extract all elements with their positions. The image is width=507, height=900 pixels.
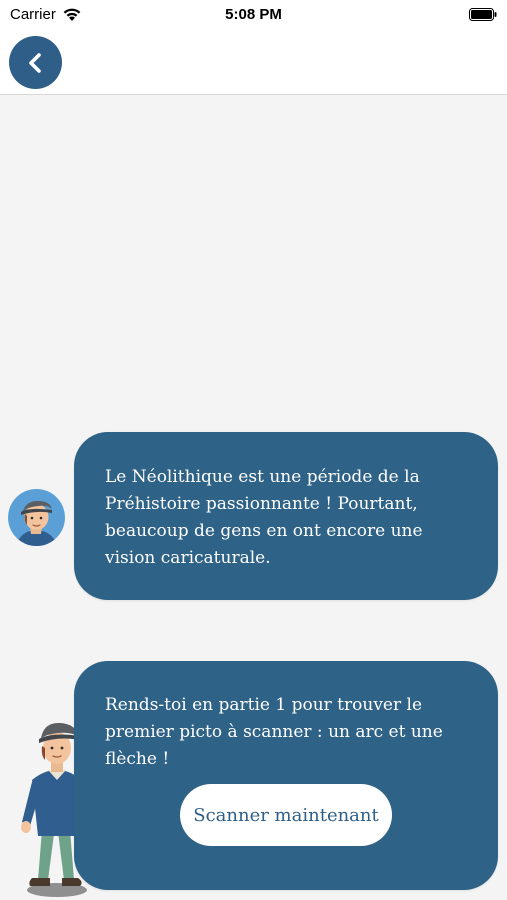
message-text: Rends-toi en partie 1 pour trouver le pr…	[105, 695, 443, 769]
scan-now-button[interactable]: Scanner maintenant	[180, 784, 392, 846]
status-bar: Carrier 5:08 PM	[0, 0, 507, 30]
clock: 5:08 PM	[225, 6, 282, 23]
back-button[interactable]	[9, 36, 62, 89]
guide-avatar	[8, 489, 65, 546]
message-bubble: Le Néolithique est une période de la Pré…	[74, 432, 498, 600]
message-bubble: Rends-toi en partie 1 pour trouver le pr…	[74, 661, 498, 890]
navigation-bar	[0, 30, 507, 95]
battery-icon	[469, 8, 497, 21]
chevron-left-icon	[28, 52, 41, 73]
message-text: Le Néolithique est une période de la Pré…	[105, 467, 423, 568]
